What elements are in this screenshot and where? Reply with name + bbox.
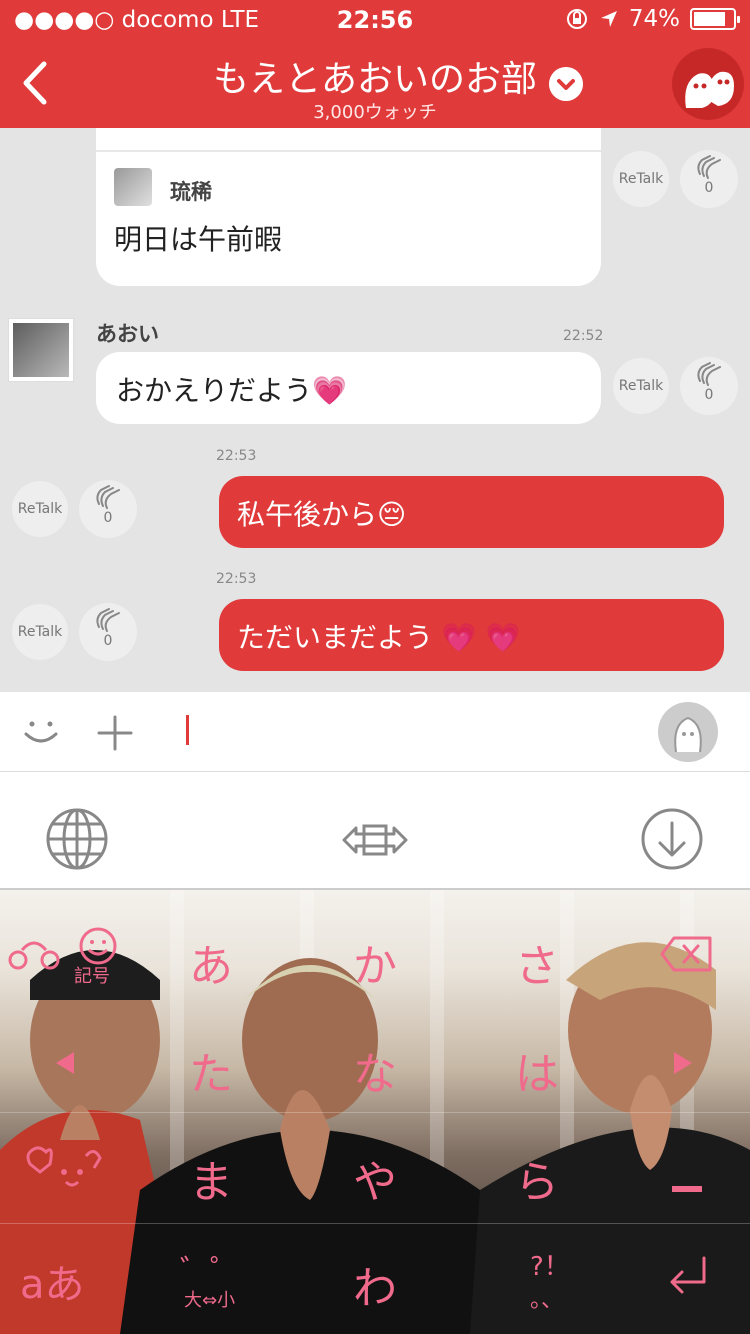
clap-icon (96, 608, 120, 632)
ghost-mascot-icon[interactable] (672, 48, 744, 120)
keyboard-toolbar (0, 772, 750, 890)
clap-icon (96, 485, 120, 509)
mode-switch-key[interactable]: aあ (20, 1252, 85, 1310)
key-ka[interactable]: か (350, 930, 400, 994)
dakuten-key[interactable]: ゛゜ (180, 1246, 240, 1290)
message-text-body: ただいまだよう (237, 621, 434, 654)
room-title[interactable]: もえとあおいのお部 (150, 50, 600, 102)
key-na[interactable]: な (350, 1038, 400, 1102)
message-bubble[interactable]: 琉稀 明日は午前暇 (96, 128, 601, 286)
divider (96, 150, 601, 152)
enter-icon[interactable] (664, 1254, 712, 1298)
message-time: 22:53 (216, 448, 257, 464)
location-icon (600, 11, 617, 27)
sender-name: 琉稀 (170, 180, 212, 204)
clap-count: 0 (704, 180, 714, 196)
retalk-button[interactable]: ReTalk (12, 481, 68, 537)
clap-icon (697, 155, 721, 179)
clap-button[interactable]: 0 (79, 480, 137, 538)
key-sa[interactable]: さ (512, 930, 562, 994)
status-right: 74% (565, 6, 740, 32)
message-text-body: おかえりだよう (116, 374, 313, 407)
size-toggle-key[interactable]: 大⇔小 (184, 1286, 235, 1312)
chevron-left-icon[interactable] (16, 60, 56, 106)
message-text: 明日は午前暇 (114, 223, 283, 256)
clap-button[interactable]: 0 (680, 357, 738, 415)
retalk-button[interactable]: ReTalk (12, 604, 68, 660)
hide-keyboard-icon[interactable] (640, 807, 704, 871)
clap-count: 0 (103, 510, 113, 526)
clap-button[interactable]: 0 (680, 150, 738, 208)
globe-icon[interactable] (45, 807, 109, 871)
key-ma[interactable]: ま (186, 1146, 236, 1210)
clap-button[interactable]: 0 (79, 603, 137, 661)
avatar[interactable] (114, 168, 152, 206)
rotation-lock-icon (566, 9, 587, 29)
backspace-icon[interactable] (660, 936, 712, 972)
emoji: 💗 💗 (441, 621, 521, 654)
top-bar: ●●●●○ docomo LTE 22:56 74% もえとあおいのお部 3,0… (0, 0, 750, 128)
symbol-key[interactable]: 記号 (74, 962, 110, 988)
battery-percent: 74% (628, 6, 680, 32)
kaomoji-icon[interactable] (24, 1142, 104, 1192)
chevron-down-icon[interactable] (549, 67, 583, 101)
message-time: 22:53 (216, 571, 257, 587)
punctuation-key[interactable]: ?！ (530, 1246, 570, 1283)
message-text: ただいまだよう 💗 💗 (237, 616, 521, 656)
emoji: 💗 (312, 374, 347, 407)
emoji: 😔 (377, 498, 407, 531)
emoji-key-icon[interactable] (78, 926, 118, 966)
keyboard: 記号 aあ あ か さ た な は ま や ら ゛゜ 大⇔小 わ ?！ 。、 (0, 890, 750, 1334)
message-text-body: 私午後から (237, 498, 378, 531)
message-bubble[interactable]: 私午後から😔 (219, 476, 724, 548)
plus-icon[interactable] (96, 714, 134, 752)
avatar[interactable] (8, 318, 74, 382)
message-text: おかえりだよう💗 (116, 369, 347, 409)
undo-icon[interactable] (6, 932, 60, 972)
space-icon[interactable] (672, 1186, 702, 1192)
message-text: 私午後から😔 (237, 493, 406, 533)
key-ra[interactable]: ら (512, 1146, 562, 1210)
message-bubble[interactable]: おかえりだよう💗 (96, 352, 601, 424)
message-input[interactable] (186, 715, 189, 745)
stamp-icon[interactable] (658, 702, 718, 762)
clap-count: 0 (704, 387, 714, 403)
punctuation-key-2[interactable]: 。、 (530, 1282, 563, 1314)
key-ta[interactable]: た (186, 1038, 236, 1102)
message-time: 22:52 (563, 328, 604, 344)
cursor-left-icon[interactable] (54, 1050, 76, 1076)
watch-count: 3,000ウォッチ (313, 102, 437, 123)
message-bubble[interactable]: ただいまだよう 💗 💗 (219, 599, 724, 671)
clap-icon (697, 362, 721, 386)
key-ha[interactable]: は (512, 1038, 562, 1102)
key-ya[interactable]: や (350, 1146, 400, 1210)
key-wa[interactable]: わ (350, 1252, 400, 1316)
retalk-button[interactable]: ReTalk (613, 358, 669, 414)
clap-count: 0 (103, 633, 113, 649)
swap-icon[interactable] (340, 820, 410, 860)
cursor-right-icon[interactable] (672, 1050, 694, 1076)
retalk-button[interactable]: ReTalk (613, 151, 669, 207)
smile-icon[interactable] (22, 714, 60, 750)
status-bar: ●●●●○ docomo LTE 22:56 74% (0, 0, 750, 40)
sender-name: あおい (96, 322, 159, 346)
key-a[interactable]: あ (186, 930, 236, 994)
message-input-bar (0, 692, 750, 772)
chat-area[interactable]: 琉稀 明日は午前暇 ReTalk 0 あおい 22:52 おかえりだよう💗 Re… (0, 128, 750, 692)
battery-icon (690, 8, 740, 30)
